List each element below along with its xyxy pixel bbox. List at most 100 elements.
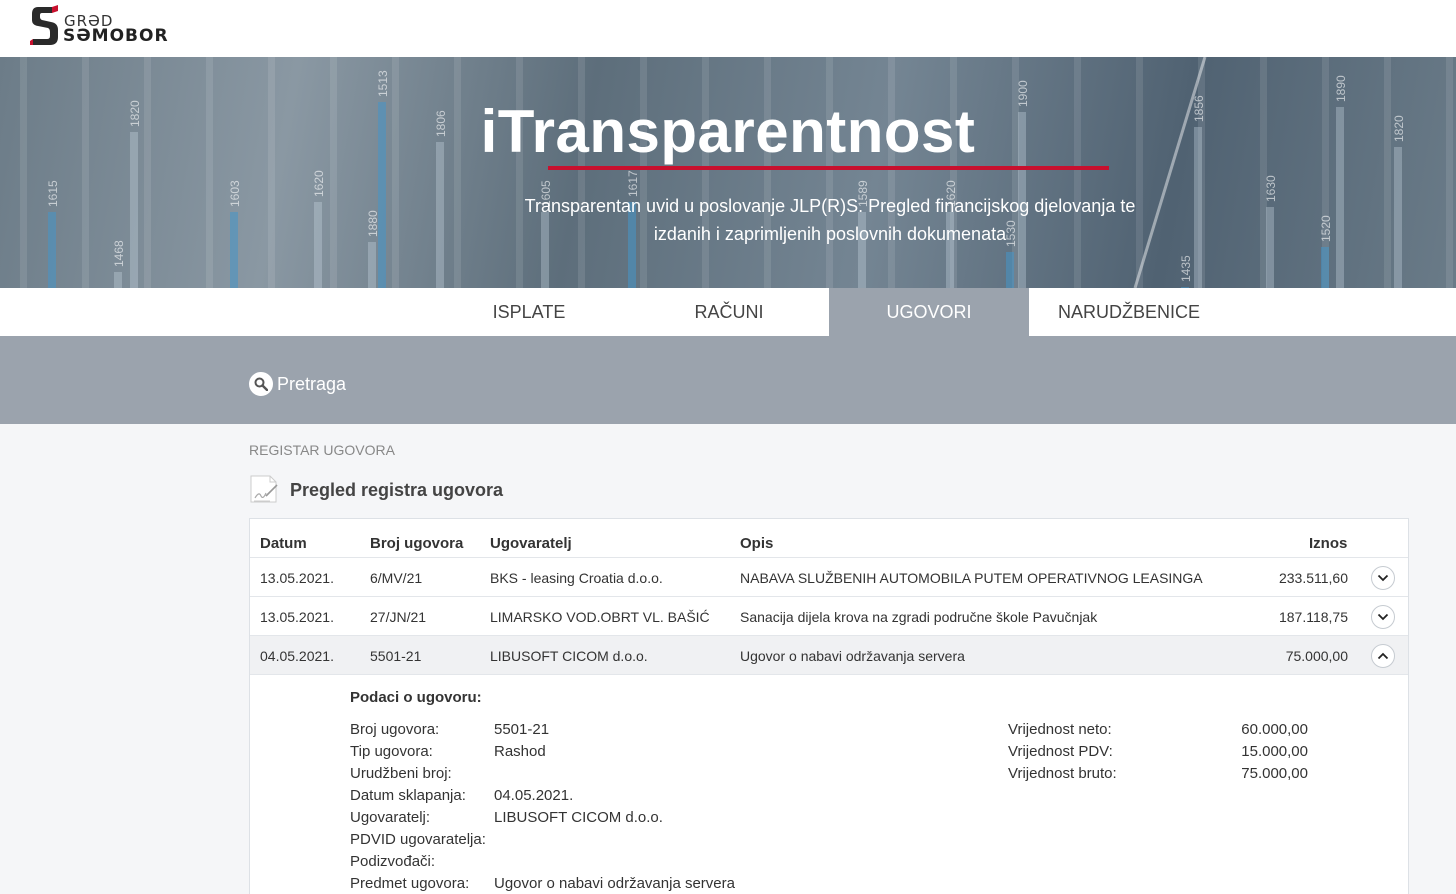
table-row-expanded[interactable]: 04.05.2021. 5501-21 LIBUSOFT CICOM d.o.o… [250,636,1408,675]
chevron-down-icon [1377,613,1389,621]
hero-bg-bar [1006,252,1014,288]
hero-bg-bar [1394,147,1402,288]
collapse-row-button[interactable] [1371,644,1395,668]
detail-label-vrijednost-bruto: Vrijednost bruto: [1008,765,1117,782]
cell-datum: 04.05.2021. [260,648,334,664]
column-header-iznos[interactable]: Iznos [1309,535,1347,552]
cell-ugovaratelj: LIMARSKO VOD.OBRT VL. BAŠIĆ [490,609,710,625]
detail-label-podizvodaci: Podizvođači: [350,853,436,870]
hero-banner: 1615 1468 1820 1603 1620 1880 1513 1806 1605 1617… [0,57,1456,288]
detail-label-urudzbeni-broj: Urudžbeni broj: [350,765,452,782]
breadcrumb: REGISTAR UGOVORA [249,442,395,458]
search-label: Pretraga [277,373,347,394]
hero-bg-strip [1074,57,1081,288]
contract-details-panel: Podaci o ugovoru: Broj ugovora: 5501-21 … [250,676,1408,894]
cell-ugovaratelj: BKS - leasing Croatia d.o.o. [490,570,663,586]
hero-bg-strip [640,57,647,288]
tab-isplate[interactable]: ISPLATE [429,288,629,336]
hero-bg-bar [314,202,322,288]
detail-value-vrijednost-pdv: 15.000,00 [1241,743,1308,760]
hero-bg-strip [206,57,213,288]
cell-opis: NABAVA SLUŽBENIH AUTOMOBILA PUTEM OPERAT… [740,570,1203,586]
detail-value-tip-ugovora: Rashod [494,743,546,760]
hero-bg-bar [230,212,238,288]
hero-bg-strip [888,57,895,288]
cell-opis: Sanacija dijela krova na zgradi područne… [740,609,1098,625]
hero-bg-strip [1260,57,1267,288]
table-header: Datum Broj ugovora Ugovaratelj Opis Izno… [250,519,1408,558]
cell-broj: 27/JN/21 [370,609,427,625]
hero-subtitle: Transparentan uvid u poslovanje JLP(R)S.… [524,196,1136,244]
hero-bg-strip [1446,57,1453,288]
cell-iznos: 233.511,60 [1278,570,1348,586]
cell-opis: Ugovor o nabavi održavanja servera [740,648,965,664]
hero-bg-number: 1468 [112,240,126,267]
hero-bg-bar [114,272,122,288]
hero-bg-bar [1266,207,1274,288]
search-band: Pretraga [0,336,1456,424]
detail-label-datum-sklapanja: Datum sklapanja: [350,787,466,804]
hero-bg-strip [268,57,275,288]
column-header-broj[interactable]: Broj ugovora [370,535,463,552]
hero-bg-strip [392,57,399,288]
tab-ugovori[interactable]: UGOVORI [829,288,1029,336]
detail-label-vrijednost-pdv: Vrijednost PDV: [1008,743,1113,760]
hero-bg-bar [48,212,56,288]
detail-label-tip-ugovora: Tip ugovora: [350,743,433,760]
cell-broj: 6/MV/21 [370,570,423,586]
hero-bg-strip [1136,57,1143,288]
logo-text-big: SƏMOBOR [63,26,169,46]
hero-bg-number: 1520 [1319,215,1333,242]
main-tabs: ISPLATE RAČUNI UGOVORI NARUDŽBENICE [0,288,1456,336]
table-row[interactable]: 13.05.2021. 6/MV/21 BKS - leasing Croati… [250,558,1408,597]
cell-iznos: 187.118,75 [1278,609,1348,625]
detail-label-vrijednost-neto: Vrijednost neto: [1008,721,1112,738]
hero-bg-number: 1615 [46,180,60,207]
hero-bg-strip [454,57,461,288]
search-toggle-button[interactable]: Pretraga [249,372,346,396]
column-header-opis[interactable]: Opis [740,535,773,552]
hero-title: iTransparentnost [480,98,976,165]
section-title: Pregled registra ugovora [290,480,504,500]
hero-bg-number: 1513 [376,70,390,97]
cell-iznos: 75.000,00 [1285,648,1348,664]
top-bar: GRƏD SƏMOBOR [0,0,1456,57]
hero-bg-bar [368,242,376,288]
hero-bg-strip [82,57,89,288]
cell-ugovaratelj: LIBUSOFT CICOM d.o.o. [490,648,648,664]
hero-bg-number: 1603 [228,180,242,207]
hero-bg-number: 1620 [312,170,326,197]
detail-value-broj-ugovora: 5501-21 [494,721,550,738]
table-row[interactable]: 13.05.2021. 27/JN/21 LIMARSKO VOD.OBRT V… [250,597,1408,636]
cell-datum: 13.05.2021. [260,570,334,586]
hero-bg-strip [20,57,27,288]
tab-racuni[interactable]: RAČUNI [629,288,829,336]
detail-value-ugovaratelj: LIBUSOFT CICOM d.o.o. [494,809,663,826]
detail-label-predmet: Predmet ugovora: [350,875,470,892]
hero-title-underline [548,166,1109,170]
tab-narudzbenice[interactable]: NARUDŽBENICE [1029,288,1229,336]
detail-value-vrijednost-neto: 60.000,00 [1241,721,1308,738]
hero-bg-strip [578,57,585,288]
hero-bg-number: 1435 [1179,255,1193,282]
contract-signing-icon [250,475,278,503]
hero-bg-number: 1880 [366,210,380,237]
hero-bg-strip [144,57,151,288]
contracts-table: Datum Broj ugovora Ugovaratelj Opis Izno… [249,518,1409,894]
detail-label-ugovaratelj: Ugovaratelj: [350,809,431,826]
search-icon [249,372,273,396]
details-title: Podaci o ugovoru: [350,689,482,706]
expand-row-button[interactable] [1371,605,1395,629]
column-header-ugovaratelj[interactable]: Ugovaratelj [490,535,572,552]
chevron-down-icon [1377,574,1389,582]
expand-row-button[interactable] [1371,566,1395,590]
hero-bg-strip [702,57,709,288]
hero-bg-strip [1384,57,1391,288]
chevron-up-icon [1377,652,1389,660]
hero-background-chart: 1615146818201603 16201880151318061605 1617… [20,57,1453,288]
column-header-datum[interactable]: Datum [260,535,307,552]
grad-samobor-logo[interactable]: GRƏD SƏMOBOR [30,5,170,47]
detail-label-broj-ugovora: Broj ugovora: [350,721,440,738]
cell-broj: 5501-21 [370,648,422,664]
hero-bg-strip [330,57,337,288]
